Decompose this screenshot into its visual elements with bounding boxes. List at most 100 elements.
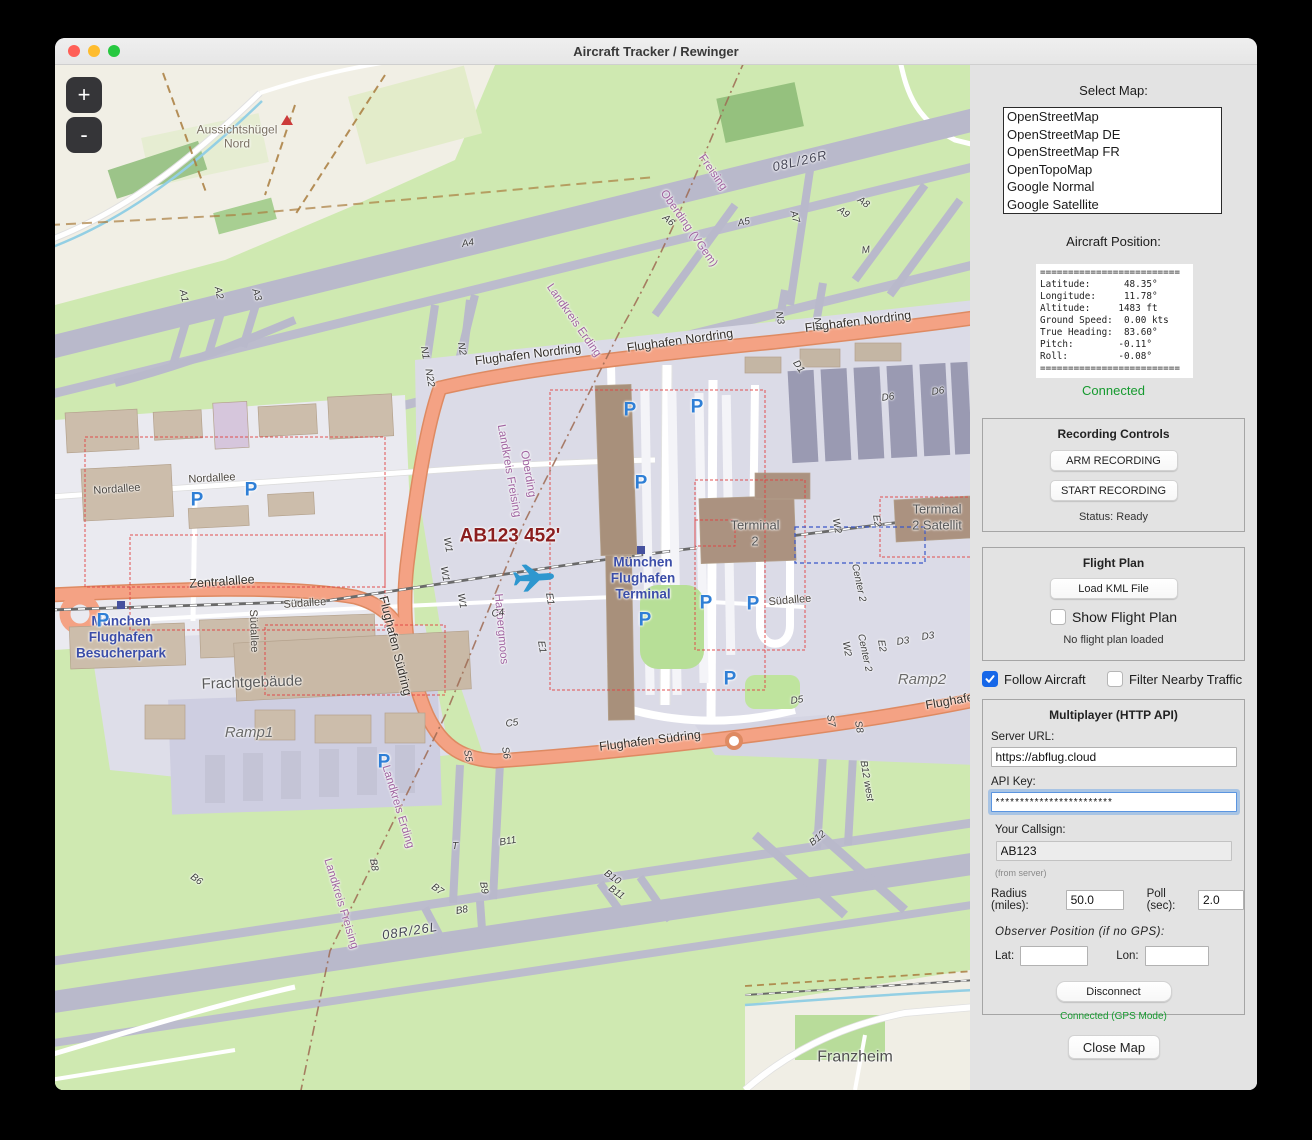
parking-icon: P	[623, 399, 637, 421]
map-source-listbox[interactable]: OpenStreetMap OpenStreetMap DE OpenStree…	[1003, 107, 1222, 214]
show-flight-plan-label: Show Flight Plan	[1071, 609, 1178, 625]
map-option[interactable]: OpenStreetMap FR	[1004, 143, 1221, 161]
taxiway-label: S5	[461, 748, 474, 763]
taxiway-label: B8	[367, 857, 380, 872]
taxiway-label: W2	[839, 640, 854, 658]
follow-aircraft-row: Follow Aircraft	[982, 671, 1086, 687]
close-map-button[interactable]: Close Map	[1068, 1035, 1160, 1059]
connection-status: Connected	[1082, 383, 1145, 398]
zoom-in-button[interactable]: +	[66, 77, 102, 113]
multiplayer-group: Multiplayer (HTTP API) Server URL: API K…	[982, 699, 1245, 1022]
close-button[interactable]	[68, 45, 80, 57]
taxiway-label: D6	[880, 391, 896, 404]
multiplayer-title: Multiplayer (HTTP API)	[1049, 708, 1178, 722]
taxiway-label: A4	[460, 237, 475, 250]
taxiway-label: A2	[211, 285, 226, 301]
taxiway-label: B8	[454, 904, 469, 917]
taxiway-label: W1	[437, 565, 452, 583]
parking-icon: P	[690, 396, 704, 418]
control-panel: Select Map: OpenStreetMap OpenStreetMap …	[970, 65, 1257, 1090]
from-server-note: (from server)	[995, 868, 1047, 878]
map-option[interactable]: OpenStreetMap DE	[1004, 126, 1221, 144]
area-label: Frachtgebäude	[201, 672, 303, 693]
filter-traffic-row: Filter Nearby Traffic	[1107, 671, 1242, 687]
taxiway-label: E1	[535, 639, 548, 654]
server-url-input[interactable]	[990, 747, 1237, 767]
taxiway-label: W1	[440, 536, 455, 554]
parking-icon: P	[634, 472, 648, 494]
parking-icon: P	[723, 668, 737, 690]
load-kml-button[interactable]: Load KML File	[1049, 578, 1178, 599]
callsign-label: Your Callsign:	[995, 824, 1066, 836]
parking-icon: P	[746, 593, 760, 615]
parking-icon: P	[377, 751, 391, 773]
flight-plan-title: Flight Plan	[1082, 556, 1145, 570]
poi-label: Aussichtshügel Nord	[196, 122, 278, 151]
radius-label: Radius (miles):	[991, 888, 1029, 912]
taxiway-label: N1	[417, 345, 432, 361]
disconnect-button[interactable]: Disconnect	[1055, 981, 1172, 1002]
parking-icon: P	[190, 489, 204, 511]
radius-input[interactable]	[1065, 890, 1124, 910]
taxiway-label: N4	[810, 316, 825, 332]
map-option[interactable]: Google Satellite	[1004, 196, 1221, 214]
aircraft-position-title: Aircraft Position:	[1066, 234, 1161, 249]
flight-plan-group: Flight Plan Load KML File Show Flight Pl…	[982, 547, 1245, 661]
map-canvas[interactable]: 08L/26R 08R/26L Flughafen Nordring Flugh…	[55, 65, 970, 1090]
map-option[interactable]: Google Normal	[1004, 178, 1221, 196]
lon-input[interactable]	[1144, 946, 1209, 966]
api-key-label: API Key:	[991, 776, 1036, 788]
multiplayer-status: Connected (GPS Mode)	[1060, 1011, 1167, 1022]
taxiway-label: D6	[930, 385, 946, 398]
parking-icon: P	[699, 592, 713, 614]
area-label: Terminal 2 Satellit	[912, 501, 962, 532]
follow-aircraft-checkbox[interactable]	[982, 671, 998, 687]
lat-input[interactable]	[1020, 946, 1089, 966]
place-label-terminal: München Flughafen Terminal	[610, 554, 676, 603]
aircraft-callsign-label: AB123 452'	[459, 525, 561, 547]
show-flight-plan-checkbox[interactable]	[1049, 609, 1066, 625]
parking-icon: P	[244, 479, 258, 501]
recording-controls-group: Recording Controls ARM RECORDING START R…	[982, 418, 1245, 532]
taxiway-label: S7	[824, 713, 837, 728]
api-key-input[interactable]	[990, 792, 1237, 812]
area-label: Ramp2	[897, 671, 947, 688]
flight-plan-status: No flight plan loaded	[1063, 634, 1164, 646]
taxiway-label: W1	[454, 592, 469, 610]
area-label: Terminal 2	[730, 517, 780, 548]
place-label: Franzheim	[817, 1048, 893, 1066]
taxiway-label: W2	[829, 517, 844, 535]
zoom-window-button[interactable]	[108, 45, 120, 57]
callsign-field	[995, 841, 1232, 861]
road-label: Nordallee	[188, 471, 236, 486]
taxiway-label: N3	[772, 310, 787, 326]
taxiway-label: M	[861, 244, 871, 257]
filter-traffic-label: Filter Nearby Traffic	[1129, 671, 1243, 687]
follow-aircraft-label: Follow Aircraft	[1004, 671, 1086, 687]
taxiway-label: D3	[895, 635, 911, 648]
recording-status: Status: Ready	[1078, 511, 1149, 523]
observer-position-label: Observer Position (if no GPS):	[995, 926, 1165, 938]
map-option[interactable]: OpenStreetMap	[1004, 108, 1221, 126]
title-bar: Aircraft Tracker / Rewinger	[55, 38, 1257, 65]
map-option[interactable]: OpenTopoMap	[1004, 161, 1221, 179]
arm-recording-button[interactable]: ARM RECORDING	[1049, 450, 1178, 471]
area-label: Ramp1	[224, 724, 274, 741]
taxiway-label: N2	[454, 341, 469, 357]
parking-icon: P	[96, 610, 110, 632]
taxiway-label: E1	[543, 591, 556, 606]
taxiway-label: T	[451, 841, 459, 852]
zoom-out-button[interactable]: -	[66, 117, 102, 153]
taxiway-label: D5	[789, 694, 805, 707]
minimize-button[interactable]	[88, 45, 100, 57]
road-label: Südallee	[246, 609, 261, 653]
taxiway-label: E2	[875, 638, 888, 653]
parking-icon: P	[638, 609, 652, 631]
filter-traffic-checkbox[interactable]	[1107, 671, 1123, 687]
start-recording-button[interactable]: START RECORDING	[1049, 480, 1178, 501]
taxiway-label: D3	[920, 630, 936, 643]
taxiway-label: A1	[176, 288, 191, 304]
poll-input[interactable]	[1198, 890, 1244, 910]
lon-label: Lon:	[1116, 950, 1139, 962]
window-title: Aircraft Tracker / Rewinger	[573, 43, 739, 59]
